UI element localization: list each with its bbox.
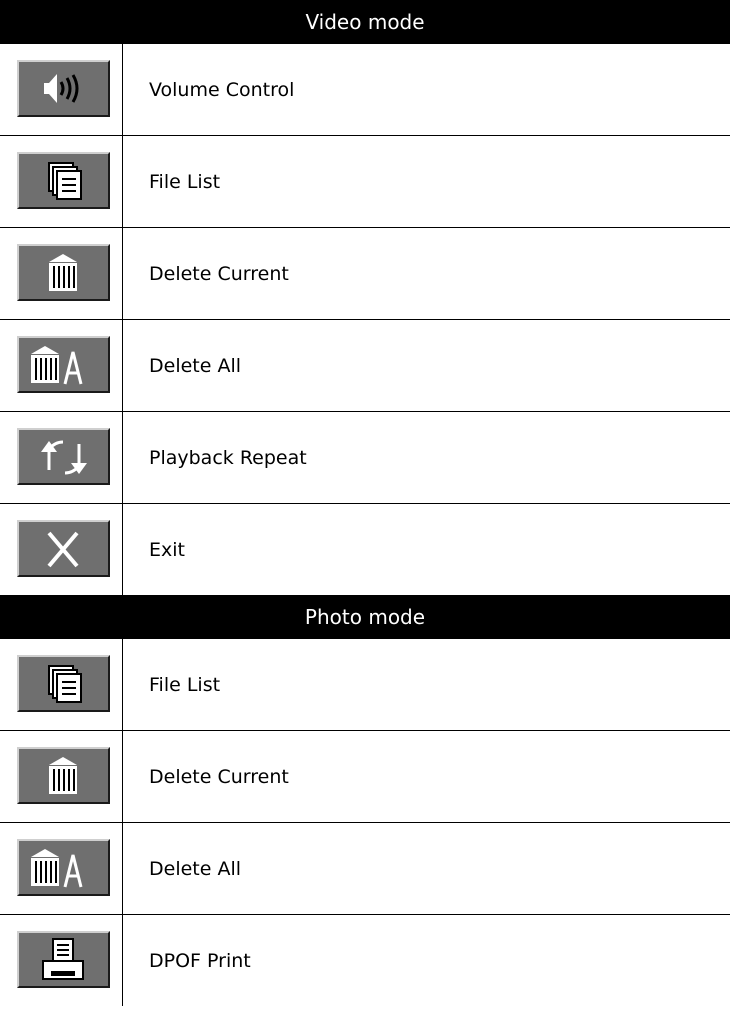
- row-label: Delete Current: [149, 765, 289, 788]
- table-row: Exit: [0, 504, 730, 595]
- table-row: Delete Current: [0, 228, 730, 320]
- file-list-icon: [17, 655, 110, 712]
- table-row: File List: [0, 639, 730, 731]
- table-row: Delete Current: [0, 731, 730, 823]
- repeat-icon: [17, 428, 110, 485]
- printer-icon: [17, 931, 110, 988]
- section-header-photo: Photo mode: [0, 595, 730, 639]
- row-label: Delete All: [149, 857, 242, 880]
- row-label: Delete Current: [149, 262, 289, 285]
- table-row: DPOF Print: [0, 915, 730, 1006]
- table-row: Delete All: [0, 823, 730, 915]
- row-label: DPOF Print: [149, 949, 251, 972]
- table-row: File List: [0, 136, 730, 228]
- table-row: Delete All: [0, 320, 730, 412]
- row-label: File List: [149, 673, 221, 696]
- row-label: Volume Control: [149, 78, 295, 101]
- trash-icon: [17, 244, 110, 301]
- row-label: File List: [149, 170, 221, 193]
- file-list-icon: [17, 152, 110, 209]
- row-label: Exit: [149, 538, 185, 561]
- trash-all-icon: [17, 336, 110, 393]
- function-table: Video mode Volume Control File List Dele…: [0, 0, 730, 1006]
- volume-icon: [17, 60, 110, 117]
- table-row: Playback Repeat: [0, 412, 730, 504]
- section-title: Video mode: [305, 10, 425, 34]
- trash-icon: [17, 747, 110, 804]
- section-title: Photo mode: [304, 605, 426, 629]
- table-row: Volume Control: [0, 44, 730, 136]
- row-label: Playback Repeat: [149, 446, 307, 469]
- row-label: Delete All: [149, 354, 242, 377]
- close-icon: [17, 520, 110, 577]
- section-header-video: Video mode: [0, 0, 730, 44]
- trash-all-icon: [17, 839, 110, 896]
